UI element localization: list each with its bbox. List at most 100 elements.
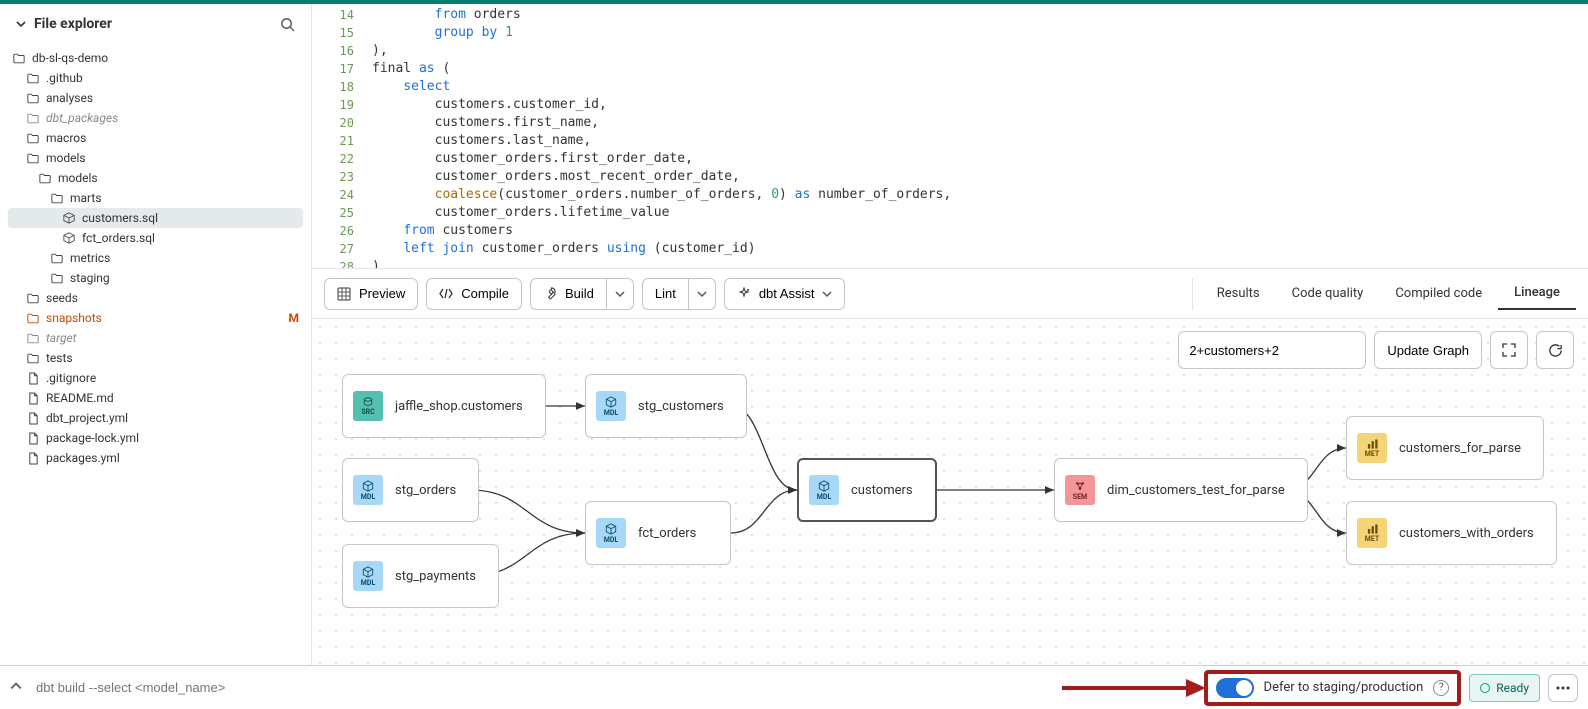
tree-item-label: db-sl-qs-demo	[32, 51, 108, 65]
lineage-node[interactable]: METcustomers_for_parse	[1346, 416, 1544, 480]
tab-code-quality[interactable]: Code quality	[1276, 278, 1380, 309]
node-type-chip: SRC	[353, 391, 383, 421]
tree-item[interactable]: target	[8, 328, 303, 348]
node-type-chip: MET	[1357, 518, 1387, 548]
more-button[interactable]	[1548, 674, 1578, 702]
tree-item[interactable]: dbt_packages	[8, 108, 303, 128]
node-type-chip: MDL	[353, 561, 383, 591]
compile-button[interactable]: Compile	[426, 278, 522, 310]
code-line: select	[372, 78, 450, 96]
folder-icon	[26, 111, 40, 125]
folder-icon	[12, 51, 26, 65]
line-number: 23	[312, 168, 372, 186]
code-line: ),	[372, 42, 388, 60]
defer-highlight-box: Defer to staging/production ?	[1204, 670, 1462, 706]
code-line: from customers	[372, 222, 513, 240]
node-label: customers_for_parse	[1399, 441, 1521, 456]
code-line: group by 1	[372, 24, 513, 42]
tree-item[interactable]: snapshotsM	[8, 308, 303, 328]
chevron-down-icon	[697, 289, 707, 299]
file-icon	[26, 371, 40, 385]
tree-item[interactable]: analyses	[8, 88, 303, 108]
modified-badge: M	[288, 311, 299, 325]
lint-button[interactable]: Lint	[642, 278, 689, 310]
tree-item[interactable]: marts	[8, 188, 303, 208]
command-input[interactable]	[36, 680, 1058, 695]
lint-dropdown[interactable]	[689, 278, 716, 310]
lineage-node[interactable]: MDLfct_orders	[585, 501, 731, 565]
tree-item[interactable]: macros	[8, 128, 303, 148]
lineage-node[interactable]: MDLstg_orders	[342, 458, 479, 522]
code-line: customers.last_name,	[372, 132, 591, 150]
tree-item-label: .github	[46, 71, 83, 85]
tree-item[interactable]: package-lock.yml	[8, 428, 303, 448]
line-number: 17	[312, 60, 372, 78]
tree-item[interactable]: fct_orders.sql	[8, 228, 303, 248]
line-number: 21	[312, 132, 372, 150]
lineage-node[interactable]: SRCjaffle_shop.customers	[342, 374, 546, 438]
tree-item[interactable]: models	[8, 148, 303, 168]
file-icon	[26, 431, 40, 445]
tree-item[interactable]: packages.yml	[8, 448, 303, 468]
node-type-chip: SEM	[1065, 475, 1095, 505]
tree-item-label: macros	[46, 131, 86, 145]
help-icon[interactable]: ?	[1433, 680, 1449, 696]
chevron-down-icon[interactable]	[14, 17, 28, 31]
node-type-chip: MDL	[596, 518, 626, 548]
defer-toggle[interactable]	[1216, 678, 1254, 698]
tree-item[interactable]: db-sl-qs-demo	[8, 48, 303, 68]
build-button[interactable]: Build	[530, 278, 607, 310]
folder-icon	[50, 271, 64, 285]
tree-item[interactable]: README.md	[8, 388, 303, 408]
tree-item[interactable]: dbt_project.yml	[8, 408, 303, 428]
tree-item[interactable]: metrics	[8, 248, 303, 268]
chevron-up-icon[interactable]	[10, 680, 22, 696]
file-icon	[26, 451, 40, 465]
lineage-node[interactable]: METcustomers_with_orders	[1346, 501, 1557, 565]
line-number: 19	[312, 96, 372, 114]
update-graph-button[interactable]: Update Graph	[1374, 331, 1482, 369]
lineage-graph[interactable]: Update Graph SRCjaffle_shop.customers MDL…	[312, 319, 1588, 665]
ellipsis-icon	[1556, 686, 1570, 690]
tree-item-label: metrics	[70, 251, 110, 265]
tree-item[interactable]: seeds	[8, 288, 303, 308]
folder-icon	[26, 91, 40, 105]
tab-compiled-code[interactable]: Compiled code	[1379, 278, 1498, 309]
node-type-chip: MDL	[596, 391, 626, 421]
tree-item[interactable]: .gitignore	[8, 368, 303, 388]
editor-toolbar: Preview Compile Build	[312, 269, 1588, 319]
node-label: stg_payments	[395, 569, 476, 584]
tree-item[interactable]: tests	[8, 348, 303, 368]
tree-item[interactable]: models	[8, 168, 303, 188]
folder-icon	[50, 251, 64, 265]
tab-lineage[interactable]: Lineage	[1498, 277, 1576, 310]
fullscreen-button[interactable]	[1490, 331, 1528, 369]
lineage-node[interactable]: MDLstg_customers	[585, 374, 747, 438]
line-number: 24	[312, 186, 372, 204]
code-line: final as (	[372, 60, 450, 78]
folder-icon	[26, 151, 40, 165]
lineage-node[interactable]: SEMdim_customers_test_for_parse	[1054, 458, 1308, 522]
tree-item[interactable]: staging	[8, 268, 303, 288]
tree-item[interactable]: customers.sql	[8, 208, 303, 228]
tree-item-label: tests	[46, 351, 73, 365]
lineage-selector-input[interactable]	[1178, 331, 1366, 369]
dbt-assist-button[interactable]: dbt Assist	[724, 278, 846, 310]
lineage-node[interactable]: MDL stg_payments	[342, 544, 499, 608]
tree-item-label: package-lock.yml	[46, 431, 139, 445]
tree-item[interactable]: .github	[8, 68, 303, 88]
tree-item-label: packages.yml	[46, 451, 120, 465]
search-icon[interactable]	[277, 14, 297, 34]
build-dropdown[interactable]	[607, 278, 634, 310]
code-line: customers.customer_id,	[372, 96, 607, 114]
folder-icon	[26, 311, 40, 325]
tree-item-label: customers.sql	[82, 211, 158, 225]
code-line: customer_orders.first_order_date,	[372, 150, 693, 168]
code-editor[interactable]: 14 from orders15 group by 116),17final a…	[312, 4, 1588, 269]
lineage-node[interactable]: MDLcustomers	[797, 458, 937, 522]
tab-results[interactable]: Results	[1201, 278, 1276, 309]
preview-button[interactable]: Preview	[324, 278, 418, 310]
refresh-button[interactable]	[1536, 331, 1574, 369]
cube-icon	[62, 211, 76, 225]
tree-item-label: analyses	[46, 91, 93, 105]
